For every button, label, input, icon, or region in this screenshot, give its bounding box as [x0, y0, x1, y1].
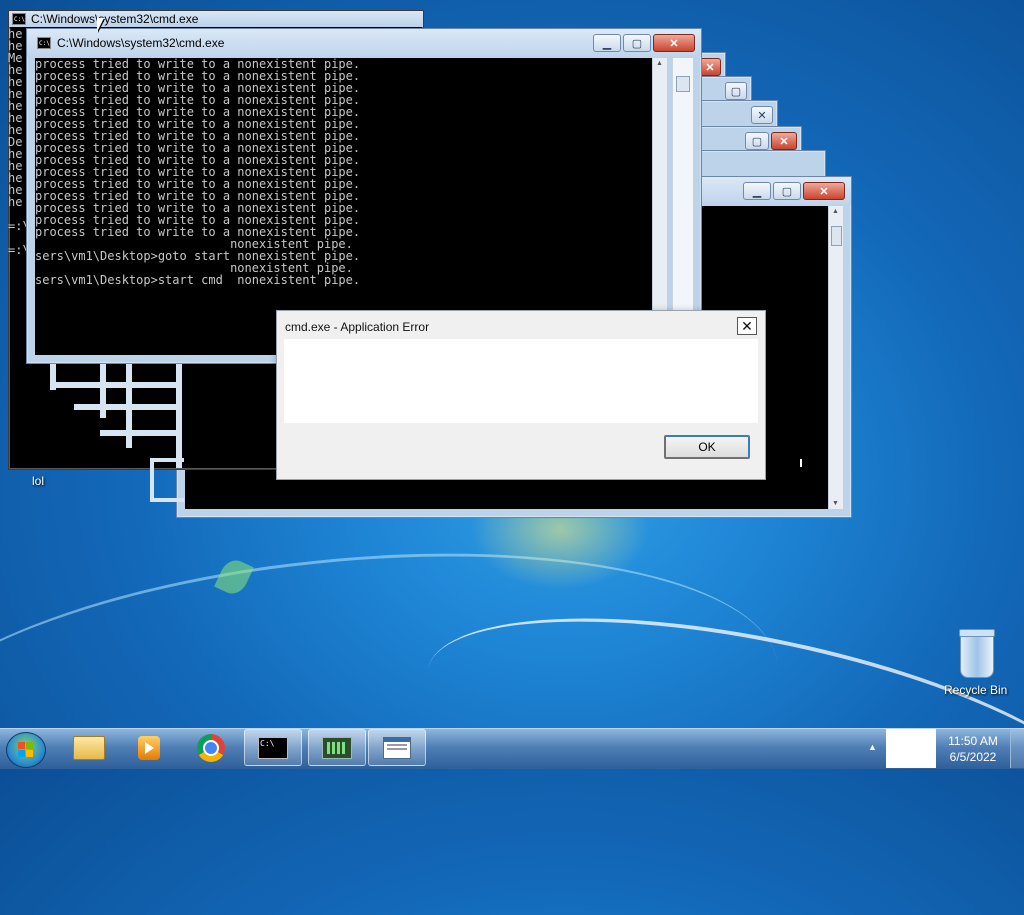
desktop-icon-label: lol	[32, 474, 45, 488]
taskbar-chrome-button[interactable]	[182, 729, 240, 766]
ok-button[interactable]: OK	[664, 435, 750, 459]
dialog-title: cmd.exe - Application Error	[285, 320, 430, 334]
scroll-down-icon[interactable]: ▼	[832, 500, 839, 507]
vertical-scrollbar[interactable]: ▲ ▼	[828, 206, 843, 509]
application-error-dialog[interactable]: cmd.exe - Application Error ✕ OK	[276, 310, 766, 480]
close-icon[interactable]: ✕	[751, 106, 773, 124]
scroll-up-icon[interactable]: ▲	[832, 208, 839, 215]
console-output: process tried to write to a nonexistent …	[35, 57, 361, 287]
show-hidden-icons-icon[interactable]: ▲	[868, 742, 877, 752]
minimize-icon[interactable]: ▁	[743, 182, 771, 200]
maximize-icon[interactable]: ▢	[773, 182, 801, 200]
scroll-thumb[interactable]	[831, 226, 842, 246]
mouse-cursor-icon	[97, 18, 104, 32]
taskbar-task-manager-button[interactable]	[308, 729, 366, 766]
scroll-up-icon[interactable]: ▲	[656, 60, 663, 67]
clock-date: 6/5/2022	[949, 750, 997, 764]
media-player-icon	[138, 735, 160, 760]
text-cursor	[800, 459, 802, 467]
recycle-bin-icon	[959, 629, 995, 678]
folder-icon	[73, 735, 105, 760]
clock-time: 11:50 AM	[948, 734, 998, 748]
desktop-icon-recycle-bin[interactable]: Recycle Bin	[938, 628, 1014, 700]
show-desktop-button[interactable]	[1010, 729, 1024, 768]
taskbar-explorer-button[interactable]	[60, 729, 118, 766]
notification-area	[886, 729, 936, 768]
cmd-icon: C:\	[37, 37, 51, 49]
chrome-icon	[197, 733, 225, 762]
task-manager-icon	[322, 736, 352, 759]
maximize-icon[interactable]: ▢	[623, 34, 651, 52]
close-icon[interactable]: ✕	[699, 58, 721, 76]
minimize-icon[interactable]: ▁	[593, 34, 621, 52]
close-icon[interactable]: ✕	[771, 132, 797, 150]
close-icon[interactable]: ✕	[653, 34, 695, 52]
cmd-icon: C:\	[12, 13, 26, 25]
close-icon[interactable]: ✕	[803, 182, 845, 200]
maximize-icon[interactable]: ▢	[745, 132, 769, 150]
scroll-thumb[interactable]	[676, 76, 690, 92]
desktop-icon-label: Recycle Bin	[944, 683, 1008, 697]
window-title: C:\Windows\system32\cmd.exe	[57, 36, 225, 50]
window-icon	[383, 736, 411, 759]
cmd-icon: C:\	[258, 736, 288, 759]
desktop-icon-lol[interactable]: lol	[22, 470, 62, 494]
dialog-message-area	[284, 339, 758, 423]
taskbar-media-player-button[interactable]	[120, 729, 178, 766]
clock[interactable]: 11:50 AM 6/5/2022	[940, 733, 1006, 765]
windows-start-icon[interactable]	[6, 732, 46, 768]
taskbar-cmd-button[interactable]: C:\	[244, 729, 302, 766]
maximize-icon[interactable]: ▢	[725, 82, 747, 100]
close-icon[interactable]: ✕	[737, 317, 757, 335]
taskbar-window-button[interactable]	[368, 729, 426, 766]
window-title: C:\Windows\system32\cmd.exe	[31, 12, 199, 26]
